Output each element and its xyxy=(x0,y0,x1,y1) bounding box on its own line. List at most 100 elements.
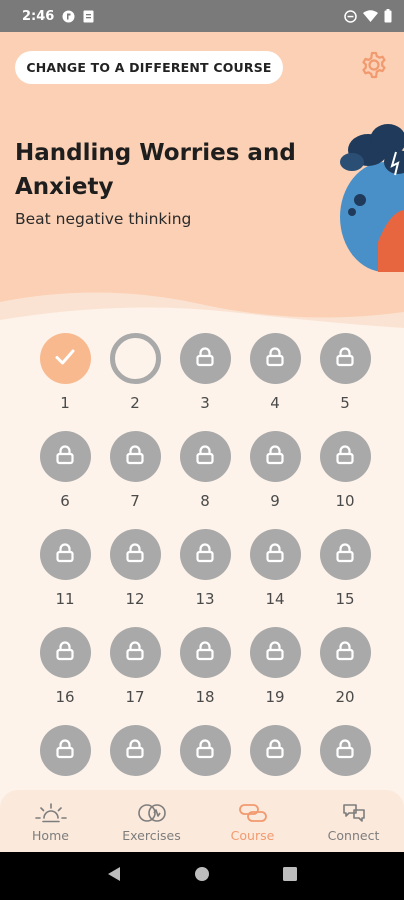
day-locked-circle[interactable] xyxy=(109,529,161,580)
lock-icon xyxy=(264,738,286,764)
course-day-item[interactable]: 1 xyxy=(30,333,100,431)
course-header: CHANGE TO A DIFFERENT COURSE Handling Wo… xyxy=(0,32,404,332)
status-time: 2:46 xyxy=(22,8,55,24)
course-day-item[interactable]: 2 xyxy=(100,333,170,431)
day-number: 9 xyxy=(270,492,280,510)
day-locked-circle[interactable] xyxy=(109,725,161,776)
lock-icon xyxy=(194,346,216,372)
status-bar: 2:46 xyxy=(0,0,404,32)
course-day-item[interactable]: 9 xyxy=(240,431,310,529)
nav-connect[interactable]: Connect xyxy=(303,790,404,852)
nav-exercises[interactable]: Exercises xyxy=(101,790,202,852)
day-locked-circle[interactable] xyxy=(249,431,301,482)
day-number: 17 xyxy=(125,688,145,706)
lock-icon xyxy=(54,640,76,666)
lock-icon xyxy=(54,444,76,470)
day-number: 14 xyxy=(265,590,285,608)
lock-icon xyxy=(264,444,286,470)
gear-icon xyxy=(359,50,389,84)
day-locked-circle[interactable] xyxy=(179,725,231,776)
course-day-item[interactable]: 5 xyxy=(310,333,380,431)
day-locked-circle[interactable] xyxy=(39,529,91,580)
do-not-disturb-icon xyxy=(344,9,357,23)
day-locked-circle[interactable] xyxy=(249,725,301,776)
course-day-item[interactable]: 8 xyxy=(170,431,240,529)
course-day-item[interactable]: 15 xyxy=(310,529,380,627)
lock-icon xyxy=(124,640,146,666)
lock-icon xyxy=(54,542,76,568)
nav-course[interactable]: Course xyxy=(202,790,303,852)
day-number: 20 xyxy=(335,688,355,706)
checkmark-icon xyxy=(53,345,77,373)
lock-icon xyxy=(54,738,76,764)
day-number: 15 xyxy=(335,590,355,608)
day-locked-circle[interactable] xyxy=(319,333,371,384)
day-number: 6 xyxy=(60,492,70,510)
day-number: 7 xyxy=(130,492,140,510)
course-day-item[interactable]: 20 xyxy=(310,627,380,725)
day-locked-circle[interactable] xyxy=(109,431,161,482)
day-locked-circle[interactable] xyxy=(39,725,91,776)
day-current-circle[interactable] xyxy=(109,333,161,384)
day-done-circle[interactable] xyxy=(39,333,91,384)
day-locked-circle[interactable] xyxy=(179,431,231,482)
course-day-item[interactable]: 7 xyxy=(100,431,170,529)
day-locked-circle[interactable] xyxy=(249,529,301,580)
course-day-item[interactable]: 11 xyxy=(30,529,100,627)
course-icon xyxy=(237,802,269,824)
back-icon[interactable] xyxy=(106,866,122,886)
course-illustration xyxy=(340,124,404,272)
day-locked-circle[interactable] xyxy=(249,333,301,384)
document-icon xyxy=(83,10,94,23)
system-navigation-bar xyxy=(0,852,404,900)
course-subtitle: Beat negative thinking xyxy=(15,210,192,228)
course-title: Handling Worries and Anxiety xyxy=(15,140,296,200)
course-day-item[interactable]: 4 xyxy=(240,333,310,431)
day-locked-circle[interactable] xyxy=(109,627,161,678)
lock-icon xyxy=(194,640,216,666)
day-number: 5 xyxy=(340,394,350,412)
settings-button[interactable] xyxy=(358,51,390,83)
course-day-item[interactable]: 14 xyxy=(240,529,310,627)
lock-icon xyxy=(194,738,216,764)
nav-label-connect: Connect xyxy=(327,828,380,843)
course-day-item[interactable]: 10 xyxy=(310,431,380,529)
day-locked-circle[interactable] xyxy=(319,627,371,678)
day-locked-circle[interactable] xyxy=(319,725,371,776)
recents-icon[interactable] xyxy=(282,866,298,886)
day-locked-circle[interactable] xyxy=(319,529,371,580)
course-day-item[interactable]: 6 xyxy=(30,431,100,529)
course-day-item[interactable]: 17 xyxy=(100,627,170,725)
exercises-icon xyxy=(136,802,168,824)
day-locked-circle[interactable] xyxy=(179,627,231,678)
day-locked-circle[interactable] xyxy=(179,333,231,384)
day-locked-circle[interactable] xyxy=(179,529,231,580)
lock-icon xyxy=(124,542,146,568)
course-day-item[interactable]: 12 xyxy=(100,529,170,627)
nav-home[interactable]: Home xyxy=(0,790,101,852)
day-number: 16 xyxy=(55,688,75,706)
sunrise-icon xyxy=(34,802,68,824)
home-icon[interactable] xyxy=(194,866,210,886)
lock-icon xyxy=(194,542,216,568)
lock-icon xyxy=(264,640,286,666)
course-day-item[interactable]: 19 xyxy=(240,627,310,725)
lock-icon xyxy=(334,444,356,470)
day-number: 18 xyxy=(195,688,215,706)
chat-bubbles-icon xyxy=(341,802,367,824)
course-day-item[interactable]: 16 xyxy=(30,627,100,725)
change-course-button[interactable]: CHANGE TO A DIFFERENT COURSE xyxy=(15,51,283,84)
day-number: 10 xyxy=(335,492,355,510)
lock-icon xyxy=(334,542,356,568)
lock-icon xyxy=(194,444,216,470)
lock-icon xyxy=(334,346,356,372)
course-day-item[interactable]: 3 xyxy=(170,333,240,431)
day-locked-circle[interactable] xyxy=(319,431,371,482)
day-locked-circle[interactable] xyxy=(39,627,91,678)
course-day-item[interactable]: 13 xyxy=(170,529,240,627)
day-number: 19 xyxy=(265,688,285,706)
day-locked-circle[interactable] xyxy=(39,431,91,482)
wifi-icon xyxy=(363,10,378,22)
course-day-item[interactable]: 18 xyxy=(170,627,240,725)
day-locked-circle[interactable] xyxy=(249,627,301,678)
